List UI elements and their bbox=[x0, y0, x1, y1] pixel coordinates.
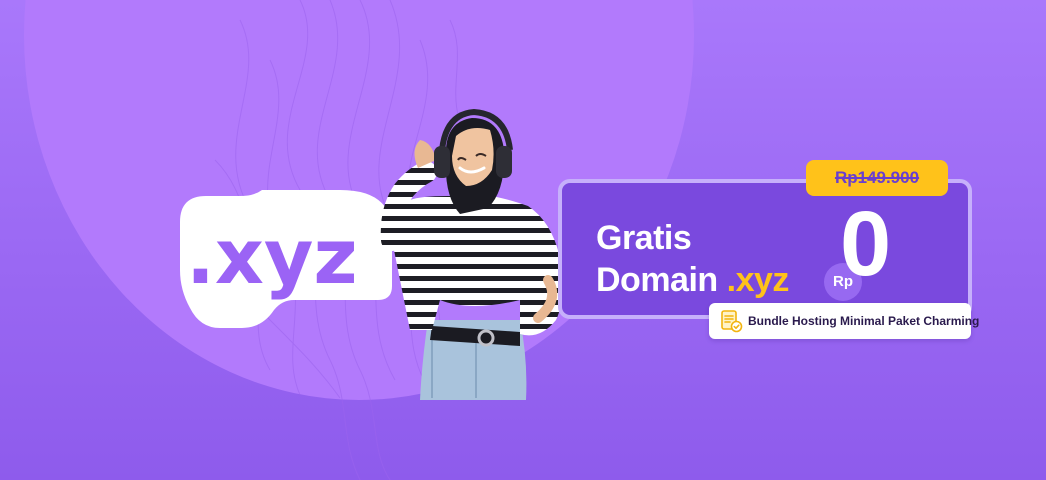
original-price-badge: Rp149.900 bbox=[806, 160, 948, 196]
promo-banner[interactable]: .xyz Gratis Domain .xyz Rp 0 Rp149.900 B… bbox=[0, 0, 1046, 480]
promo-title: Gratis Domain .xyz bbox=[596, 217, 789, 301]
promo-title-accent: .xyz bbox=[726, 261, 790, 299]
promo-card[interactable]: Gratis Domain .xyz Rp 0 bbox=[558, 179, 972, 319]
document-check-icon bbox=[721, 310, 743, 333]
promo-title-line2: Domain bbox=[596, 261, 727, 299]
promo-price: 0 bbox=[840, 193, 892, 295]
bundle-requirement-note: Bundle Hosting Minimal Paket Charming bbox=[709, 303, 979, 339]
promo-title-line1: Gratis bbox=[596, 219, 692, 257]
bundle-note-text: Bundle Hosting Minimal Paket Charming bbox=[748, 314, 980, 328]
